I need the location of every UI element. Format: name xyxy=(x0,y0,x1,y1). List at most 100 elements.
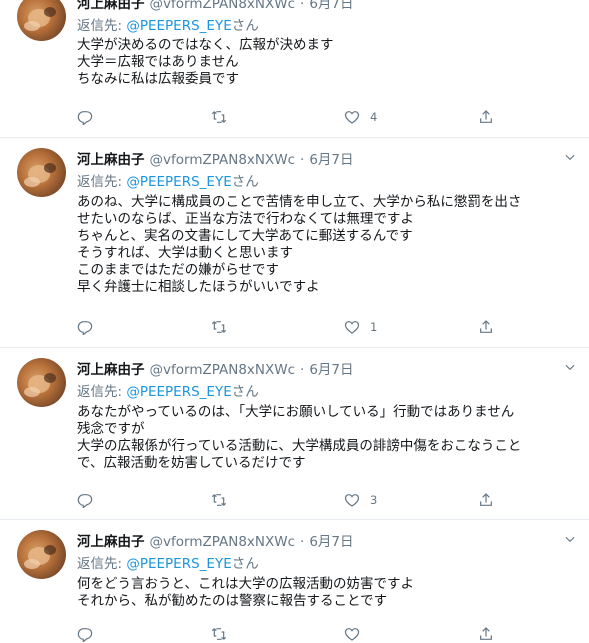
retweet-button[interactable] xyxy=(211,107,345,127)
reply-context: 返信先: @PEEPERS_EYEさん xyxy=(77,170,259,190)
share-icon xyxy=(479,320,492,333)
tweet-text-line: 残念ですが xyxy=(77,421,145,437)
reply-context: 返信先: @PEEPERS_EYEさん xyxy=(77,14,259,34)
reply-button[interactable] xyxy=(77,107,211,127)
reply-icon xyxy=(77,494,93,508)
like-button[interactable]: 3 xyxy=(344,490,478,510)
reply-suffix: さん xyxy=(231,18,259,34)
tweet-text: あのね、大学に構成員のことで苦情を申し立て、大学から私に懲罰を出さ せたいのなら… xyxy=(77,194,577,296)
tweet[interactable]: 河上麻由子 @vformZPAN8xNXWc · 6月7日 返信先: @PEEP… xyxy=(0,138,589,348)
separator-dot: · xyxy=(300,362,305,378)
tweet-date[interactable]: 6月7日 xyxy=(309,530,353,550)
reply-prefix: 返信先: xyxy=(77,18,127,34)
reply-mention-link[interactable]: @PEEPERS_EYE xyxy=(126,556,231,572)
like-icon xyxy=(344,628,360,641)
handle[interactable]: @vformZPAN8xNXWc xyxy=(150,152,296,168)
reply-icon xyxy=(77,321,93,335)
handle[interactable]: @vformZPAN8xNXWc xyxy=(150,362,296,378)
separator-dot: · xyxy=(300,152,305,168)
reply-button[interactable] xyxy=(77,624,211,643)
tweet-text-line: 大学が決めるのではなく、広報が決めます xyxy=(77,37,334,53)
tweet[interactable]: 河上麻由子 @vformZPAN8xNXWc · 6月7日 返信先: @PEEP… xyxy=(0,348,589,520)
share-icon xyxy=(479,493,492,506)
tweet-actions: 3 xyxy=(77,490,507,510)
reply-icon xyxy=(77,628,93,642)
avatar[interactable] xyxy=(17,0,66,41)
retweet-icon xyxy=(211,321,226,333)
retweet-button[interactable] xyxy=(211,624,345,643)
reply-suffix: さん xyxy=(231,556,259,572)
like-icon xyxy=(344,111,360,124)
tweet-text-line: あのね、大学に構成員のことで苦情を申し立て、大学から私に懲罰を出さ xyxy=(77,194,522,210)
tweet-text-line: あなたがやっているのは、「大学にお願いしている」行動ではありません xyxy=(77,404,515,420)
avatar[interactable] xyxy=(17,358,66,407)
tweet-text: あなたがやっているのは、「大学にお願いしている」行動ではありません 残念ですが … xyxy=(77,404,577,472)
tweet-header: 河上麻由子 @vformZPAN8xNXWc · 6月7日 xyxy=(77,0,354,12)
tweet-text: 大学が決めるのではなく、広報が決めます 大学＝広報ではありません ちなみに私は広… xyxy=(77,37,577,88)
tweet[interactable]: 河上麻由子 @vformZPAN8xNXWc · 6月7日 返信先: @PEEP… xyxy=(0,520,589,643)
tweet-text-line: ちなみに私は広報委員です xyxy=(77,71,239,87)
retweet-icon xyxy=(211,494,226,506)
tweet-actions: 1 xyxy=(77,317,507,337)
reply-button[interactable] xyxy=(77,490,211,510)
reply-prefix: 返信先: xyxy=(77,174,127,190)
tweet-text-line: このままではただの嫌がらせです xyxy=(77,262,279,278)
reply-context: 返信先: @PEEPERS_EYEさん xyxy=(77,552,259,572)
tweet-text-line: で、広報活動を妨害しているだけです xyxy=(77,455,306,471)
like-button[interactable]: 1 xyxy=(344,317,478,337)
tweet-text-line: 早く弁護士に相談したほうがいいですよ xyxy=(77,279,320,295)
share-button[interactable] xyxy=(478,317,507,337)
like-count: 4 xyxy=(370,110,378,124)
share-icon xyxy=(479,110,492,123)
like-count: 3 xyxy=(370,493,378,507)
chevron-down-icon[interactable] xyxy=(563,532,577,546)
reply-context: 返信先: @PEEPERS_EYEさん xyxy=(77,380,259,400)
tweet-text-line: 何をどう言おうと、これは大学の広報活動の妨害ですよ xyxy=(77,576,414,592)
avatar[interactable] xyxy=(17,148,66,197)
display-name[interactable]: 河上麻由子 xyxy=(77,358,145,378)
display-name[interactable]: 河上麻由子 xyxy=(77,0,145,12)
reply-suffix: さん xyxy=(231,174,259,190)
reply-icon xyxy=(77,111,93,125)
reply-mention-link[interactable]: @PEEPERS_EYE xyxy=(126,384,231,400)
retweet-icon xyxy=(211,628,226,640)
tweet-header: 河上麻由子 @vformZPAN8xNXWc · 6月7日 xyxy=(77,358,354,378)
tweet-header: 河上麻由子 @vformZPAN8xNXWc · 6月7日 xyxy=(77,530,354,550)
chevron-down-icon[interactable] xyxy=(563,150,577,164)
tweet-actions xyxy=(77,624,507,643)
handle[interactable]: @vformZPAN8xNXWc xyxy=(150,0,296,12)
tweet-text-line: ちゃんと、実名の文書にして大学あてに郵送するんです xyxy=(77,228,413,244)
like-button[interactable] xyxy=(344,624,478,643)
like-icon xyxy=(344,321,360,334)
reply-button[interactable] xyxy=(77,317,211,337)
tweet-text-line: それから、私が勧めたのは警察に報告することです xyxy=(77,593,388,609)
tweet-text-line: そうすれば、大学は動くと思います xyxy=(77,245,293,261)
retweet-button[interactable] xyxy=(211,490,345,510)
display-name[interactable]: 河上麻由子 xyxy=(77,530,145,550)
handle[interactable]: @vformZPAN8xNXWc xyxy=(150,534,296,550)
share-button[interactable] xyxy=(478,624,507,643)
tweet-date[interactable]: 6月7日 xyxy=(309,0,353,12)
reply-prefix: 返信先: xyxy=(77,384,127,400)
like-icon xyxy=(344,494,360,507)
reply-mention-link[interactable]: @PEEPERS_EYE xyxy=(126,174,231,190)
timeline: 河上麻由子 @vformZPAN8xNXWc · 6月7日 返信先: @PEEP… xyxy=(0,0,589,643)
like-button[interactable]: 4 xyxy=(344,107,478,127)
tweet-date[interactable]: 6月7日 xyxy=(309,148,353,168)
share-button[interactable] xyxy=(478,490,507,510)
chevron-down-icon[interactable] xyxy=(563,360,577,374)
share-button[interactable] xyxy=(478,107,507,127)
retweet-button[interactable] xyxy=(211,317,345,337)
display-name[interactable]: 河上麻由子 xyxy=(77,148,145,168)
tweet-text-line: 大学＝広報ではありません xyxy=(77,54,239,70)
separator-dot: · xyxy=(300,534,305,550)
avatar[interactable] xyxy=(17,530,66,579)
tweet[interactable]: 河上麻由子 @vformZPAN8xNXWc · 6月7日 返信先: @PEEP… xyxy=(0,0,589,138)
reply-mention-link[interactable]: @PEEPERS_EYE xyxy=(126,18,231,34)
separator-dot: · xyxy=(300,0,305,12)
tweet-header: 河上麻由子 @vformZPAN8xNXWc · 6月7日 xyxy=(77,148,354,168)
share-icon xyxy=(479,627,492,640)
reply-suffix: さん xyxy=(231,384,259,400)
retweet-icon xyxy=(211,111,226,123)
tweet-date[interactable]: 6月7日 xyxy=(309,358,353,378)
